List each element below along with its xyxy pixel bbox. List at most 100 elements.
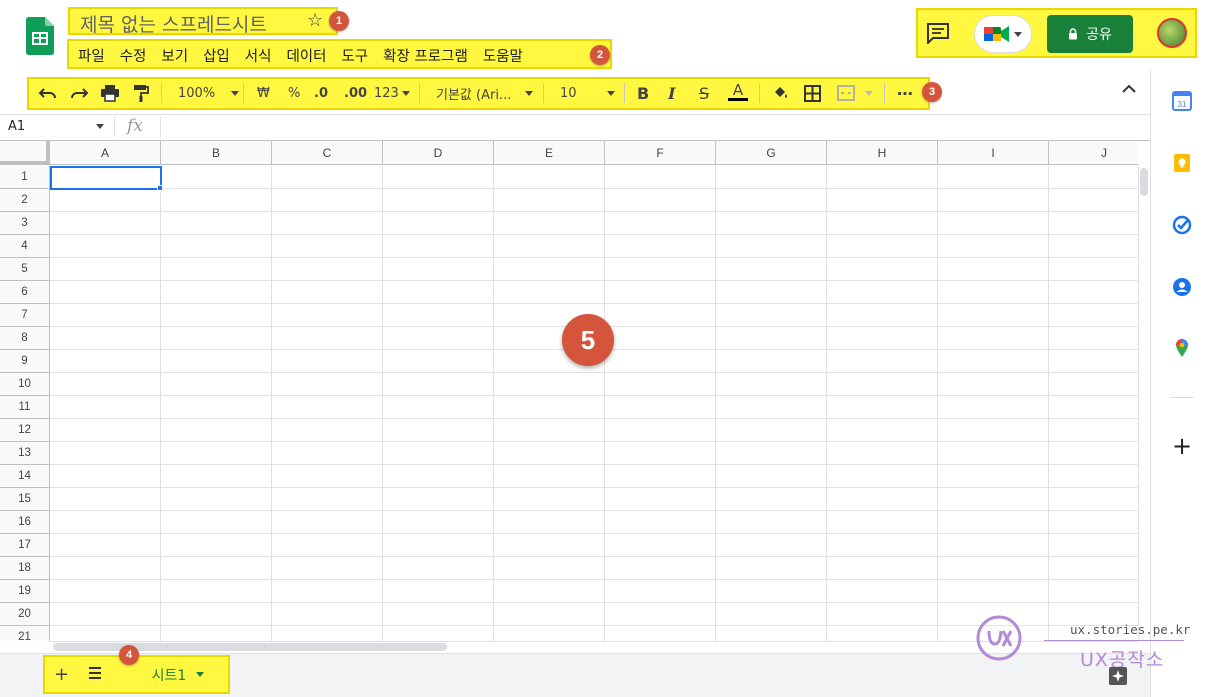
spreadsheet-grid[interactable]: ABCDEFGHIJ 1 2 3 4 5 6 7 8 9 10 11 12 13 14 15 16 17 18 19… [0,141,1138,641]
strikethrough-button[interactable]: S [699,82,709,104]
column-header[interactable]: A [50,141,161,165]
calendar-icon[interactable]: 31 [1172,91,1192,111]
menu-edit[interactable]: 수정 [120,45,147,66]
row-header[interactable]: 19 [0,580,50,603]
redo-button[interactable] [69,82,89,104]
font-select[interactable]: 기본값 (Ari... [436,82,534,104]
row-header[interactable]: 12 [0,419,50,442]
column-header[interactable]: I [938,141,1049,165]
row-header[interactable]: 11 [0,396,50,419]
vertical-scrollbar[interactable] [1138,165,1150,641]
paint-format-button[interactable] [133,82,149,104]
decrease-decimal-label: .0 [314,85,328,101]
row-header[interactable]: 21 [0,626,50,641]
row-header[interactable]: 3 [0,212,50,235]
chevron-down-icon [401,90,410,96]
meet-button[interactable] [974,15,1032,53]
tasks-icon[interactable] [1172,215,1192,235]
row-header[interactable]: 1 [0,166,50,189]
menu-view[interactable]: 보기 [161,45,188,66]
vertical-scroll-thumb[interactable] [1140,168,1148,196]
column-header[interactable]: B [161,141,272,165]
all-sheets-icon[interactable] [87,666,103,680]
increase-decimal-button[interactable]: .00 [344,82,367,104]
row-header[interactable]: 20 [0,603,50,626]
row-header[interactable]: 18 [0,557,50,580]
italic-icon: I [668,83,676,103]
row-header[interactable]: 7 [0,304,50,327]
explore-icon[interactable] [1107,665,1129,687]
menu-data[interactable]: 데이터 [286,45,326,66]
font-size-select[interactable]: 10 [560,82,615,104]
contacts-icon[interactable] [1172,277,1192,297]
text-color-button[interactable]: A [728,82,748,104]
selected-cell-a1[interactable] [50,166,162,190]
print-icon [101,85,119,102]
zoom-select[interactable]: 100% [178,82,240,104]
currency-button[interactable]: ₩ [257,82,270,104]
row-header[interactable]: 14 [0,465,50,488]
more-icon: ⋯ [897,83,913,103]
column-header[interactable]: F [605,141,716,165]
sheets-logo-icon[interactable] [26,17,54,55]
merge-cells-icon [837,85,855,101]
row-header[interactable]: 13 [0,442,50,465]
comment-icon[interactable] [926,22,950,44]
cell-area[interactable] [50,166,1138,641]
row-header[interactable]: 4 [0,235,50,258]
text-color-icon: A [732,81,744,99]
lock-icon [1069,28,1078,40]
fill-handle[interactable] [157,185,163,191]
column-header[interactable]: C [272,141,383,165]
row-header[interactable]: 15 [0,488,50,511]
percent-button[interactable]: % [288,82,300,104]
column-header[interactable]: E [494,141,605,165]
document-title[interactable]: 제목 없는 스프레드시트 [80,10,267,37]
maps-icon[interactable] [1172,338,1192,358]
column-header[interactable]: J [1049,141,1138,165]
row-header[interactable]: 8 [0,327,50,350]
decrease-decimal-button[interactable]: .0 [314,82,328,104]
chevron-down-icon[interactable] [196,672,205,677]
horizontal-scroll-thumb[interactable] [53,643,447,651]
more-button[interactable]: ⋯ [897,82,913,104]
keep-icon[interactable] [1172,153,1192,173]
merge-cells-button[interactable] [837,82,873,104]
row-header[interactable]: 16 [0,511,50,534]
fill-color-button[interactable] [772,82,790,104]
undo-button[interactable] [38,82,58,104]
chevron-down-icon [606,90,615,96]
add-sheet-button[interactable]: + [54,664,69,685]
add-addon-icon[interactable]: + [1172,434,1192,458]
sheet-tab[interactable]: 시트1 [127,656,229,693]
share-button[interactable]: 공유 [1047,15,1133,53]
borders-button[interactable] [804,82,821,104]
italic-button[interactable]: I [668,82,675,104]
bold-button[interactable]: B [637,82,649,104]
column-header[interactable]: H [827,141,938,165]
row-header[interactable]: 9 [0,350,50,373]
chevron-up-icon[interactable] [1122,84,1136,94]
more-formats-button[interactable]: 123 [374,82,410,104]
menu-help[interactable]: 도움말 [483,45,523,66]
name-box[interactable]: A1 [8,119,25,134]
menu-file[interactable]: 파일 [78,45,105,66]
avatar[interactable] [1157,18,1187,48]
menu-insert[interactable]: 삽입 [203,45,230,66]
print-button[interactable] [100,82,120,104]
row-header[interactable]: 10 [0,373,50,396]
column-header[interactable]: D [383,141,494,165]
row-header[interactable]: 2 [0,189,50,212]
row-header[interactable]: 17 [0,534,50,557]
menu-extensions[interactable]: 확장 프로그램 [383,45,468,66]
row-header[interactable]: 6 [0,281,50,304]
select-all-corner[interactable] [0,141,50,165]
star-icon[interactable]: ☆ [307,10,323,31]
formula-bar [0,114,1150,141]
menu-bar: 파일 수정 보기 삽입 서식 데이터 도구 확장 프로그램 도움말 [78,45,538,66]
row-header[interactable]: 5 [0,258,50,281]
column-header[interactable]: G [716,141,827,165]
menu-tools[interactable]: 도구 [341,45,368,66]
chevron-down-icon[interactable] [96,124,104,129]
menu-format[interactable]: 서식 [245,45,272,66]
